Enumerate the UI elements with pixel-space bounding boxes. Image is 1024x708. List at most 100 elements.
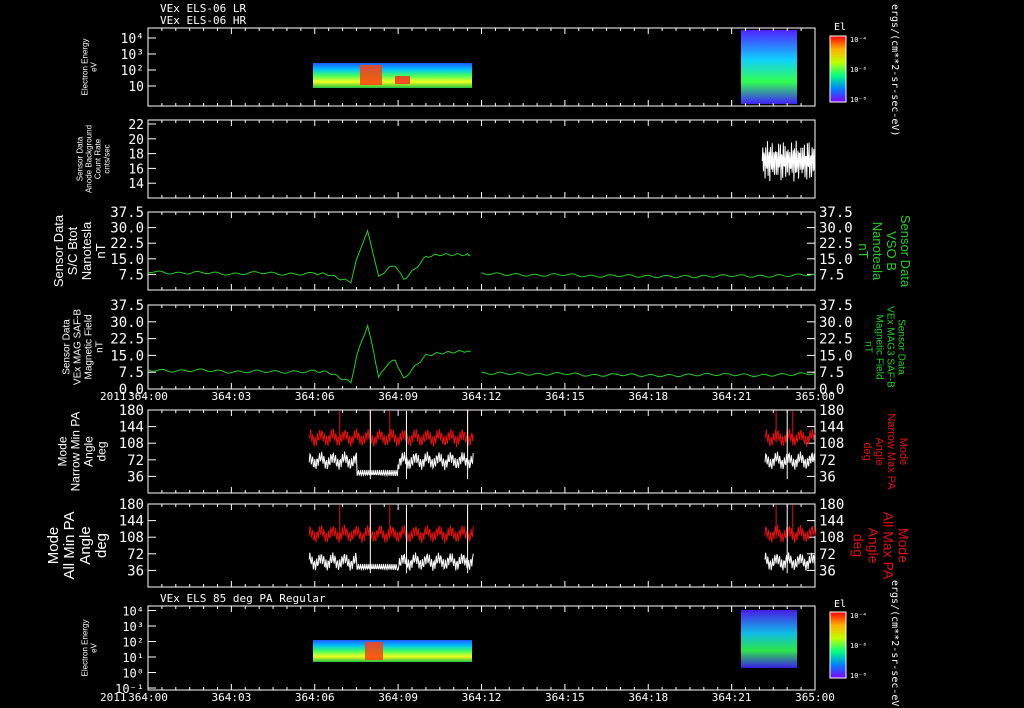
y-tick-label-right: 108 — [819, 436, 844, 452]
y-tick-label: 10² — [121, 64, 144, 79]
panel-frame-anode — [147, 119, 816, 199]
y-axis-label-line: Count Rate — [94, 138, 103, 179]
pitch-angle-trace — [764, 428, 816, 447]
y-axis-label-line: Magnetic Field — [84, 314, 95, 379]
y-tick-label: 22.5 — [110, 236, 144, 252]
mag-field-trace — [481, 272, 816, 279]
y-tick-label: 10⁰ — [122, 667, 144, 681]
y-axis-label-line: Mode — [45, 527, 62, 565]
y-tick-label: 0.0 — [119, 382, 144, 398]
y-tick-label: 72 — [127, 547, 144, 563]
colorbar-units-top: ergs/(cm**2-sr-sec-eV) — [889, 4, 900, 136]
y-tick-label: 10¹ — [122, 651, 144, 665]
y-tick-label: 144 — [119, 514, 144, 530]
y-tick-label: 10³ — [121, 48, 144, 63]
y-axis-label: Mode Narrow Min PA Angle deg — [56, 412, 109, 492]
y-axis-label-line: Sensor Data — [51, 214, 66, 287]
y-axis-label-line: All Min PA — [61, 511, 78, 579]
y-tick-label-right: 30.0 — [819, 315, 853, 331]
colorbar-tick-label: 10⁻⁸ — [850, 672, 867, 680]
panel-frame-narrow-pa — [147, 409, 816, 494]
y-axis-label-line: Angle — [82, 436, 96, 467]
right-axis-label: ModeNarrow Max PAAngledeg — [861, 413, 909, 490]
spectrogram-top-block-1 — [313, 63, 472, 88]
colorbar-tick-label: 10⁻⁶ — [850, 66, 867, 74]
spectrogram-top-hotspot-2 — [395, 76, 410, 84]
y-tick-label-right: 7.5 — [819, 267, 844, 283]
y-tick-label-right: 144 — [819, 420, 844, 436]
pitch-angle-trace — [764, 552, 816, 571]
y-axis-label-line: cnts/sec — [103, 144, 112, 173]
right-axis-label-line: Angle — [866, 528, 882, 564]
x-tick-label: 364:12 — [462, 691, 502, 704]
y-tick-label: 36 — [127, 563, 144, 579]
x-tick-label: 364:21 — [712, 390, 752, 403]
y-tick-label-right: 22.5 — [819, 236, 853, 252]
y-tick-label: 15.0 — [110, 348, 144, 364]
y-axis-label-line: Electron Energy — [81, 39, 90, 96]
y-axis-label: Electron Energy eV — [81, 620, 99, 677]
x-tick-label: 364:15 — [545, 390, 585, 403]
y-tick-label-right: 30.0 — [819, 221, 853, 237]
y-axis-label-line: Sensor Data — [76, 136, 85, 181]
y-tick-label-right: 36 — [819, 469, 836, 485]
right-axis-label-line: Sensor Data — [896, 319, 907, 375]
y-tick-label-right: 22.5 — [819, 332, 853, 348]
y-tick-label: 7.5 — [119, 267, 144, 283]
y-axis-label-line: nT — [95, 341, 106, 353]
right-axis-label: Sensor DataVSO BNanoteslanT — [856, 215, 913, 288]
spectrogram-bottom — [313, 610, 797, 668]
right-axis-label: Sensor DataVEx MAG3 SAF-BMagnetic Fieldn… — [863, 306, 907, 388]
y-axis-label-line: Nanotesla — [79, 221, 94, 280]
y-tick-label: 10² — [122, 636, 144, 650]
spectrogram-bottom-block-2 — [741, 610, 797, 668]
right-axis-label: ModeAll Max PAAngledeg — [851, 512, 912, 580]
y-tick-label: 10³ — [122, 620, 144, 634]
y-tick-label: 10 — [128, 80, 144, 95]
y-tick-label-right: 108 — [819, 530, 844, 546]
y-axis-label-line: S/C Btot — [65, 226, 80, 275]
y-axis-label-line: VEx MAG SAF-B — [73, 309, 84, 385]
x-tick-label: 364:18 — [628, 691, 668, 704]
y-axis-label-line: Sensor Data — [62, 319, 73, 375]
y-tick-label: 10⁻¹ — [115, 682, 144, 696]
y-axis-label: Sensor Data Anode Background Count Rate cnt… — [76, 125, 112, 193]
colorbar-tick-label: 10⁻⁴ — [850, 612, 867, 620]
mag-field-trace — [147, 323, 471, 384]
pitch-angle-trace — [308, 451, 474, 478]
panel-frame-all-pa — [147, 503, 816, 588]
y-axis-label-line: Electron Energy — [81, 620, 90, 677]
pitch-angle-trace — [308, 552, 474, 572]
y-tick-label: 30.0 — [110, 221, 144, 237]
colorbar-bottom — [829, 611, 847, 679]
right-axis-label-line: Nanotesla — [870, 222, 885, 281]
y-tick-label: 22.5 — [110, 332, 144, 348]
x-tick-label: 364:15 — [545, 691, 585, 704]
y-axis-label-line: eV — [90, 61, 99, 71]
y-axis-label-line: Anode Background — [85, 125, 94, 193]
plot-canvas: VEx ELS-06 LR VEx ELS-06 HR El El ergs/(… — [45, 2, 913, 708]
y-tick-label: 22 — [128, 118, 144, 133]
panel-frame-spectrogram-top — [147, 27, 816, 107]
mag-field-trace — [147, 228, 471, 284]
panel-frame-mag3 — [147, 304, 816, 390]
y-tick-label-right: 0.0 — [819, 382, 844, 398]
right-axis-label-line: Magnetic Field — [874, 314, 885, 379]
y-tick-label: 108 — [119, 436, 144, 452]
y-axis-label: Sensor Data VEx MAG SAF-B Magnetic Field nT — [62, 309, 106, 385]
right-axis-label-line: VSO B — [884, 231, 899, 271]
y-tick-label: 37.5 — [110, 298, 144, 314]
colorbar-bottom-title: El — [834, 599, 846, 610]
spectrogram-bottom-block-1 — [313, 640, 472, 662]
colorbar-tick-label: 10⁻⁴ — [850, 36, 867, 44]
y-tick-label-right: 144 — [819, 514, 844, 530]
mag-field-trace — [481, 371, 816, 378]
right-axis-label-line: Mode — [897, 438, 909, 466]
x-tick-label: 364:06 — [295, 691, 335, 704]
y-tick-label: 108 — [119, 530, 144, 546]
x-tick-label: 364:06 — [295, 390, 335, 403]
spectrogram-top — [313, 30, 797, 104]
y-tick-label: 180 — [119, 497, 144, 513]
y-tick-label: 20 — [128, 133, 144, 148]
spectrogram-top-hotspot — [360, 65, 382, 85]
